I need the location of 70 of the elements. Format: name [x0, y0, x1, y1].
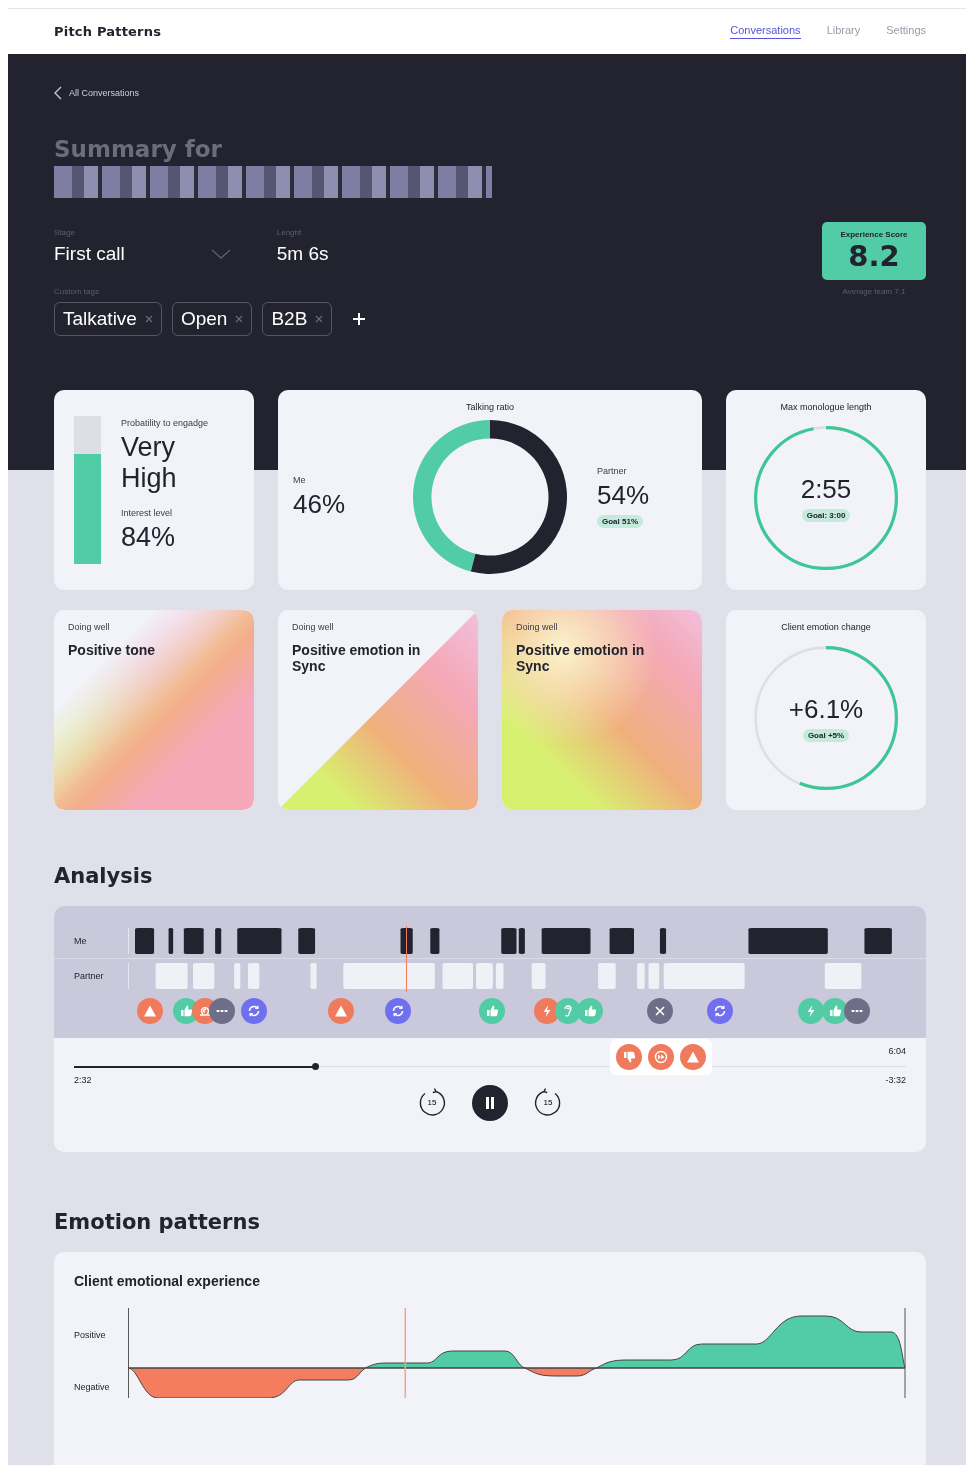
back-link[interactable]: All Conversations — [54, 86, 926, 100]
engagement-label: Probatility to engadge — [121, 418, 210, 428]
status-label: Doing well — [292, 622, 335, 632]
section-title: Emotion patterns — [54, 1210, 261, 1234]
length-value: 5m 6s — [276, 243, 329, 265]
fast-forward-icon[interactable] — [648, 1044, 674, 1070]
sync-icon[interactable] — [241, 998, 267, 1024]
ear-icon[interactable] — [555, 998, 581, 1024]
card-title: Client emotion change — [781, 622, 871, 632]
close-icon[interactable] — [647, 998, 673, 1024]
me-percent: 46% — [293, 488, 346, 520]
section-title: Analysis — [54, 864, 154, 888]
pause-button[interactable] — [472, 1084, 508, 1121]
thumbs-up-icon[interactable] — [822, 998, 848, 1024]
warning-icon[interactable] — [328, 998, 354, 1024]
pause-icon — [483, 1095, 497, 1110]
chevron-left-icon — [54, 86, 63, 100]
chevron-down-icon — [210, 249, 231, 259]
warning-icon[interactable] — [137, 998, 163, 1024]
tag-chip[interactable]: Talkative — [54, 302, 162, 336]
remove-icon[interactable] — [235, 315, 244, 323]
playhead-line — [406, 926, 407, 992]
remaining-time: -3:32 — [885, 1074, 906, 1085]
skip-back-button[interactable]: 15 — [416, 1086, 448, 1119]
axis-label: Positive — [74, 1330, 107, 1340]
add-icon[interactable] — [352, 312, 367, 326]
summary-title: Summary for — [54, 136, 223, 162]
app-title: Pitch Patterns — [54, 24, 162, 39]
card-title: Client emotional experience — [74, 1273, 260, 1289]
remove-icon[interactable] — [144, 315, 153, 323]
more-icon[interactable] — [209, 998, 235, 1024]
status-label: Doing well — [68, 622, 111, 632]
remove-icon[interactable] — [315, 315, 324, 323]
goal-pill: Goal: 3:00 — [801, 509, 851, 522]
goal-pill: Goal +5% — [802, 729, 850, 742]
skip-forward-button[interactable]: 15 — [532, 1086, 564, 1119]
me-label: Me — [293, 474, 306, 485]
sync-icon[interactable] — [385, 998, 411, 1024]
speaker-label: Me — [73, 936, 88, 946]
highlight-title: Positive tone — [68, 642, 157, 658]
axis-label: Negative — [74, 1382, 111, 1392]
tag-chip[interactable]: Open — [171, 302, 253, 336]
interest-label: Interest level — [121, 508, 174, 519]
engagement-value: Very High — [121, 432, 178, 495]
emotion-change-value: +6.1% — [788, 694, 864, 725]
nav-tab[interactable]: Conversations — [730, 24, 801, 39]
partner-percent: 54% — [597, 480, 650, 511]
experience-score-badge: Experience Score 8.2 — [822, 222, 926, 280]
stage-dropdown[interactable]: First call — [54, 243, 231, 265]
more-icon[interactable] — [844, 998, 870, 1024]
total-time: 6:04 — [888, 1046, 906, 1058]
highlight-title: Positive emotion in Sync — [292, 642, 422, 674]
highlight-title: Positive emotion in Sync — [516, 642, 646, 674]
progress-thumb[interactable] — [312, 1062, 320, 1070]
card-title: Max monologue length — [780, 402, 872, 412]
thumbs-up-icon[interactable] — [479, 998, 505, 1024]
warning-icon[interactable] — [680, 1044, 706, 1070]
sync-icon[interactable] — [707, 998, 733, 1024]
speaker-label: Partner — [73, 971, 105, 981]
interest-value: 84% — [121, 522, 177, 554]
tag-chip[interactable]: B2B — [262, 302, 333, 336]
partner-label: Partner — [597, 466, 627, 476]
monologue-value: 2:55 — [800, 474, 852, 505]
card-title: Talking ratio — [465, 402, 515, 412]
goal-pill: Goal 51% — [597, 515, 643, 528]
elapsed-time: 2:32 — [74, 1074, 92, 1085]
status-label: Doing well — [516, 622, 559, 632]
bolt-icon[interactable] — [534, 998, 560, 1024]
thumbs-down-icon[interactable] — [616, 1044, 642, 1070]
thumbs-up-icon[interactable] — [577, 998, 603, 1024]
